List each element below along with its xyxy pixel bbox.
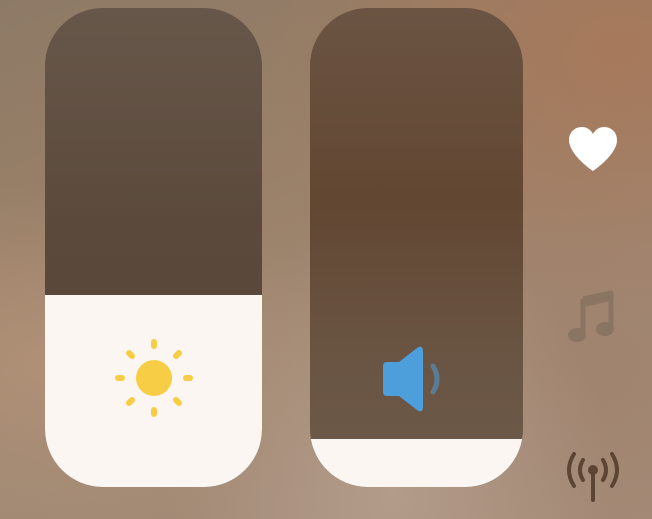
antenna-icon[interactable]: [563, 450, 623, 504]
volume-track: [310, 8, 523, 487]
brightness-slider[interactable]: [45, 8, 262, 487]
volume-level-fill: [310, 439, 523, 487]
control-center: [0, 0, 652, 519]
music-note-icon[interactable]: [566, 288, 616, 344]
speaker-icon: [310, 344, 523, 414]
sun-icon: [45, 338, 262, 418]
volume-slider[interactable]: [310, 8, 523, 487]
heart-icon[interactable]: [566, 122, 620, 176]
